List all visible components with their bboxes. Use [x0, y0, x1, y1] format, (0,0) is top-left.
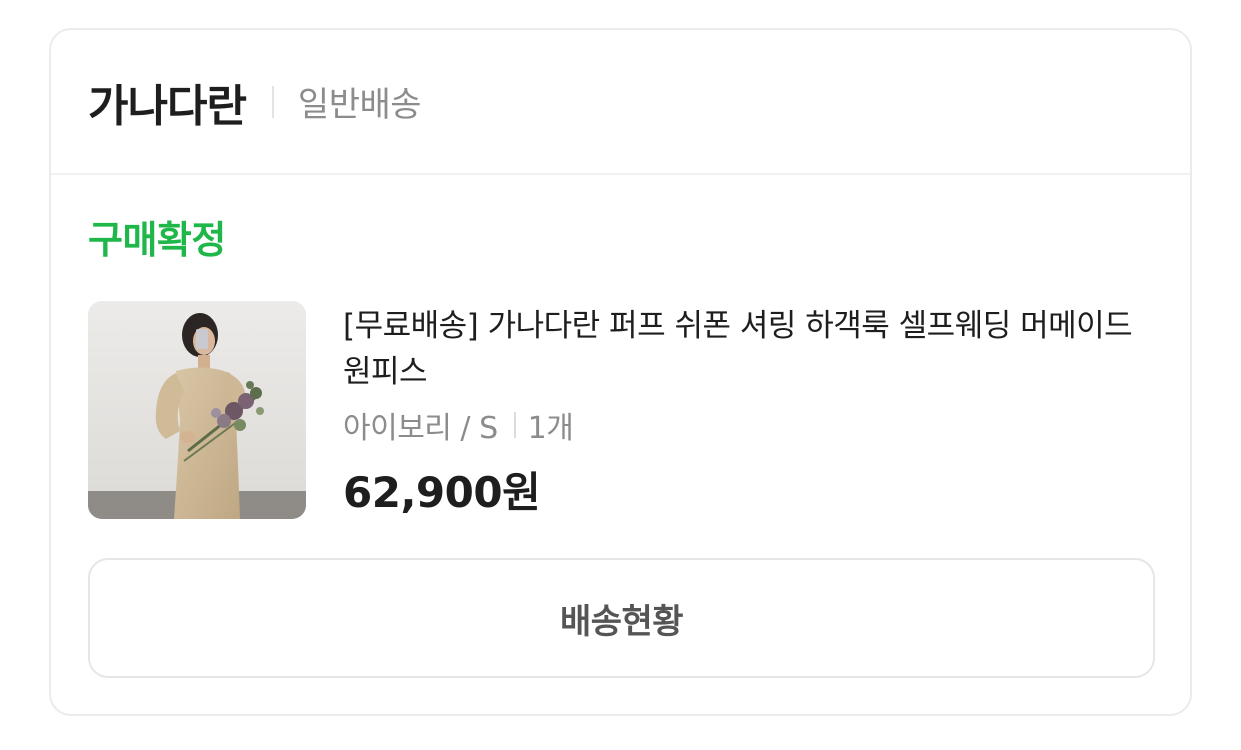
product-row[interactable]: [무료배송] 가나다란 퍼프 쉬폰 셔링 하객룩 셀프웨딩 머메이드 원피스 아…: [88, 301, 1153, 520]
delivery-status-button[interactable]: 배송현황: [88, 558, 1155, 678]
seller-name[interactable]: 가나다란: [88, 70, 247, 134]
product-option: 아이보리 / S: [343, 411, 498, 446]
order-card-header: 가나다란 일반배송: [51, 30, 1190, 175]
order-card: 가나다란 일반배송 구매확정 [무료배송] 가나다란 퍼프 쉬폰 셔링 하객룩 …: [49, 28, 1192, 716]
product-option-line: 아이보리 / S 1개: [343, 405, 1153, 446]
product-thumbnail[interactable]: [88, 301, 306, 519]
product-price: 62,900원: [343, 468, 541, 517]
order-card-body: 구매확정 [무료배송] 가나다란 퍼프 쉬폰 셔링 하객룩 셀프웨딩 머메이드 …: [51, 215, 1190, 678]
order-status: 구매확정: [88, 218, 226, 262]
product-quantity: 1개: [527, 411, 574, 446]
shipping-type: 일반배송: [297, 85, 422, 125]
option-divider: [513, 412, 516, 438]
header-divider: [271, 85, 274, 118]
product-photo: [88, 301, 306, 519]
product-title[interactable]: [무료배송] 가나다란 퍼프 쉬폰 셔링 하객룩 셀프웨딩 머메이드 원피스: [343, 303, 1153, 395]
product-info: [무료배송] 가나다란 퍼프 쉬폰 셔링 하객룩 셀프웨딩 머메이드 원피스 아…: [343, 301, 1153, 520]
